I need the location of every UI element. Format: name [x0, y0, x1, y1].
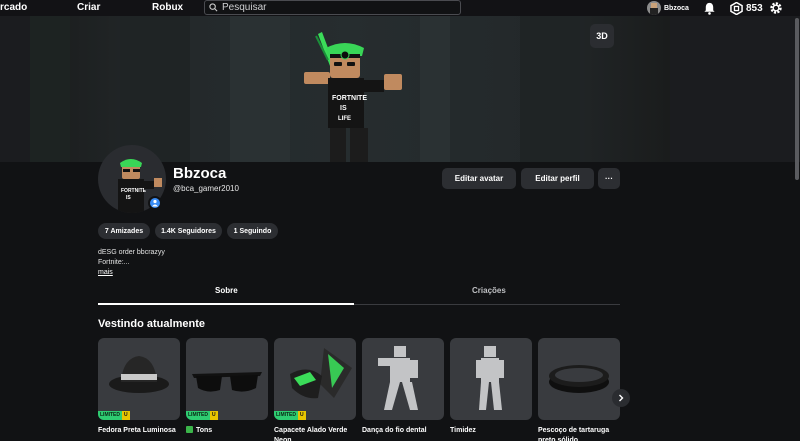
section-title: Vestindo atualmente [98, 318, 205, 330]
item-card[interactable]: LIMITED U [98, 338, 180, 420]
item-name[interactable]: Fedora Preta Luminosa [98, 426, 182, 436]
svg-text:IS: IS [126, 195, 131, 201]
avatar [647, 1, 661, 15]
sunglasses-icon [192, 372, 262, 392]
bio-line: dESG order bbcrazyy [98, 249, 165, 256]
item-name[interactable]: Dança do fio dental [362, 426, 446, 436]
verified-badge-icon [148, 196, 162, 210]
limited-badge: LIMITED U [274, 411, 306, 420]
item-name: Tons [196, 427, 213, 434]
limited-badge: LIMITED U [186, 411, 218, 420]
nav-link-create[interactable]: Criar [77, 0, 100, 16]
item-card[interactable]: LIMITED U [186, 338, 268, 420]
gear-icon[interactable] [769, 0, 783, 16]
tab-about[interactable]: Sobre [215, 286, 238, 295]
item-name[interactable]: Pescoço de tartaruga preto sólido [538, 426, 622, 441]
display-name: Bbzoca [173, 165, 227, 182]
bio-line: Fortnite:... [98, 259, 130, 266]
bell-icon[interactable] [703, 0, 716, 16]
item-card[interactable] [450, 338, 532, 420]
checkbox-checked-icon [186, 426, 193, 433]
edit-profile-button[interactable]: Editar perfil [521, 168, 594, 189]
edit-avatar-button[interactable]: Editar avatar [442, 168, 516, 189]
avatar-3d-render: FORTNITE IS LIFE [304, 32, 402, 162]
following-chip[interactable]: 1 Seguindo [227, 223, 278, 239]
friends-chip[interactable]: 7 Amizades [98, 223, 150, 239]
view-3d-button[interactable]: 3D [590, 24, 614, 48]
item-card[interactable]: LIMITED U [274, 338, 356, 420]
chevron-right-icon[interactable] [612, 389, 630, 407]
emote-pose-icon [476, 346, 504, 410]
top-nav: rcado Criar Robux Bbzoca 853 [0, 0, 800, 16]
nav-link-marketplace[interactable]: rcado [0, 0, 27, 16]
bio-more-link[interactable]: mais [98, 269, 113, 276]
nav-username: Bbzoca [664, 4, 689, 12]
svg-text:IS: IS [340, 105, 347, 112]
robux-count: 853 [746, 2, 763, 14]
emote-pose-icon [378, 346, 418, 410]
svg-text:FORTNITE: FORTNITE [121, 188, 147, 194]
limited-badge: LIMITED U [98, 411, 130, 420]
avatar-banner: FORTNITE IS LIFE 3D [0, 16, 800, 162]
more-options-button[interactable]: ··· [598, 168, 620, 189]
user-menu[interactable]: Bbzoca [647, 0, 689, 16]
search-input[interactable] [222, 2, 442, 13]
item-card[interactable] [538, 338, 620, 420]
item-card[interactable] [362, 338, 444, 420]
username: @bca_gamer2010 [173, 184, 239, 193]
neck-collar-icon [549, 365, 609, 393]
item-name[interactable]: Capacete Alado Verde Neon [274, 426, 358, 441]
fedora-hat-icon [109, 356, 169, 393]
robux-icon [730, 1, 743, 15]
search-icon [209, 3, 218, 12]
search-box[interactable] [204, 0, 461, 15]
nav-link-robux[interactable]: Robux [152, 0, 183, 16]
followers-chip[interactable]: 1.4K Seguidores [155, 223, 222, 239]
active-tab-indicator [98, 303, 354, 305]
robux-balance[interactable]: 853 [730, 0, 763, 16]
svg-text:LIFE: LIFE [338, 116, 351, 122]
item-name[interactable]: Timidez [450, 426, 534, 436]
tab-creations[interactable]: Criações [472, 286, 506, 295]
svg-text:FORTNITE: FORTNITE [332, 95, 367, 102]
scrollbar[interactable] [795, 18, 799, 180]
winged-helmet-icon [290, 348, 352, 399]
item-name-row[interactable]: Tons [186, 426, 270, 436]
